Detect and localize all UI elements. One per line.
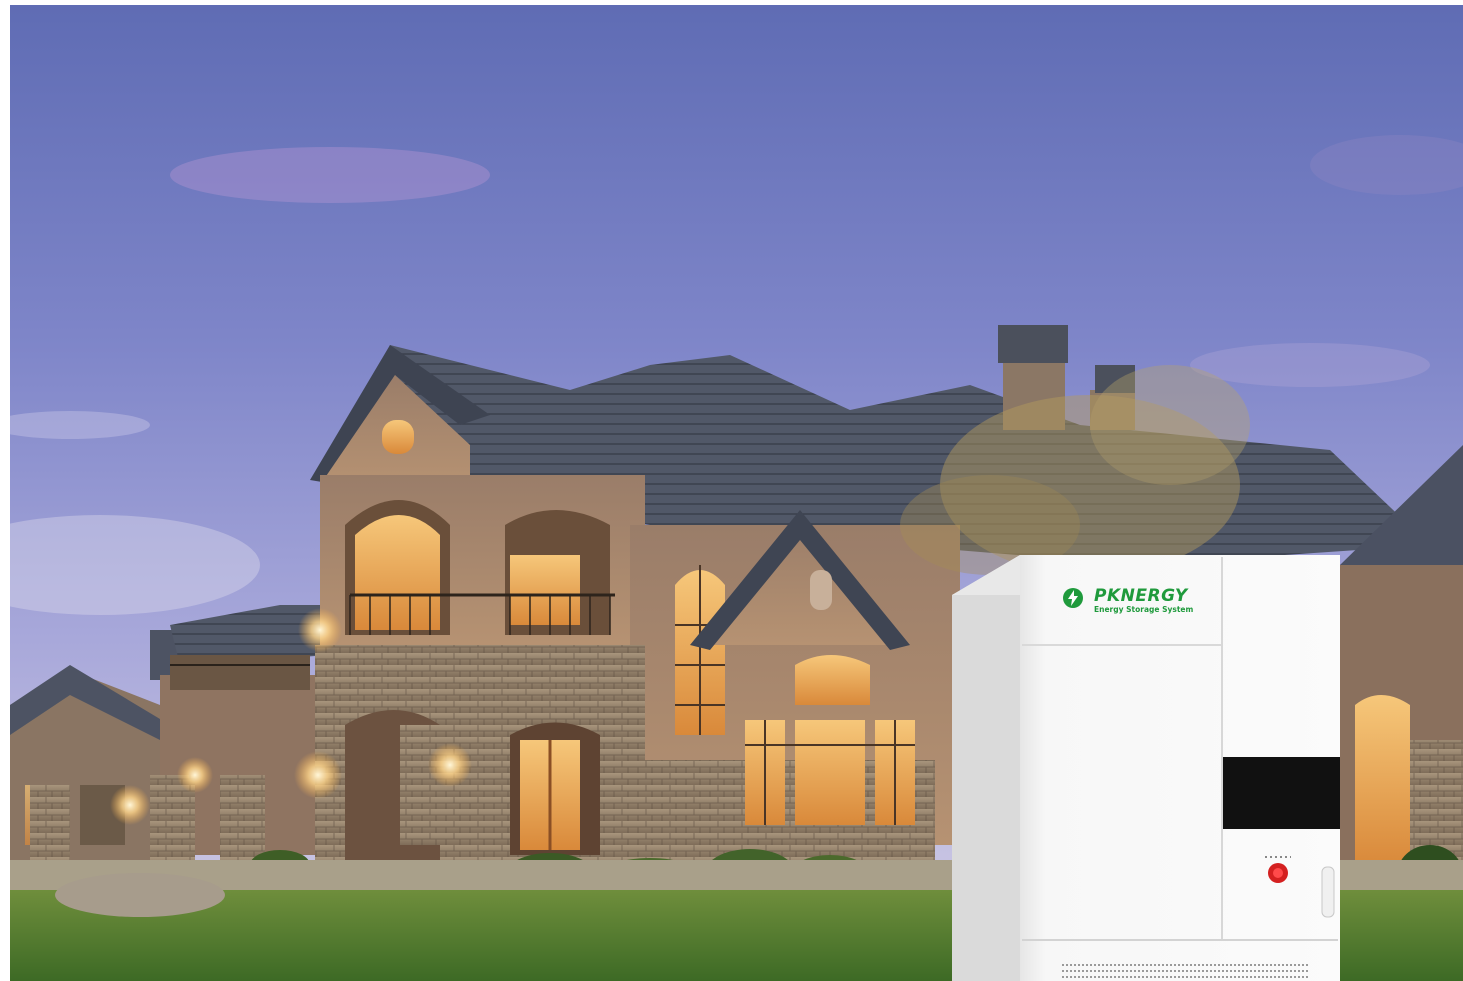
brand-tagline: Energy Storage System [1094, 605, 1194, 614]
photo-scene [10, 5, 1463, 981]
brand-name: PKNERGY [1094, 586, 1188, 606]
brand-logo: PKNERGY Energy Storage System [1062, 586, 1212, 620]
house-photo [10, 5, 1463, 981]
tall-window [675, 565, 725, 735]
lightning-circle-icon [1063, 588, 1083, 608]
right-house-window [1355, 695, 1410, 865]
door-handle-icon [1321, 866, 1335, 918]
attic-window [382, 420, 414, 454]
display-panel [1223, 757, 1340, 829]
boulder [55, 873, 225, 917]
